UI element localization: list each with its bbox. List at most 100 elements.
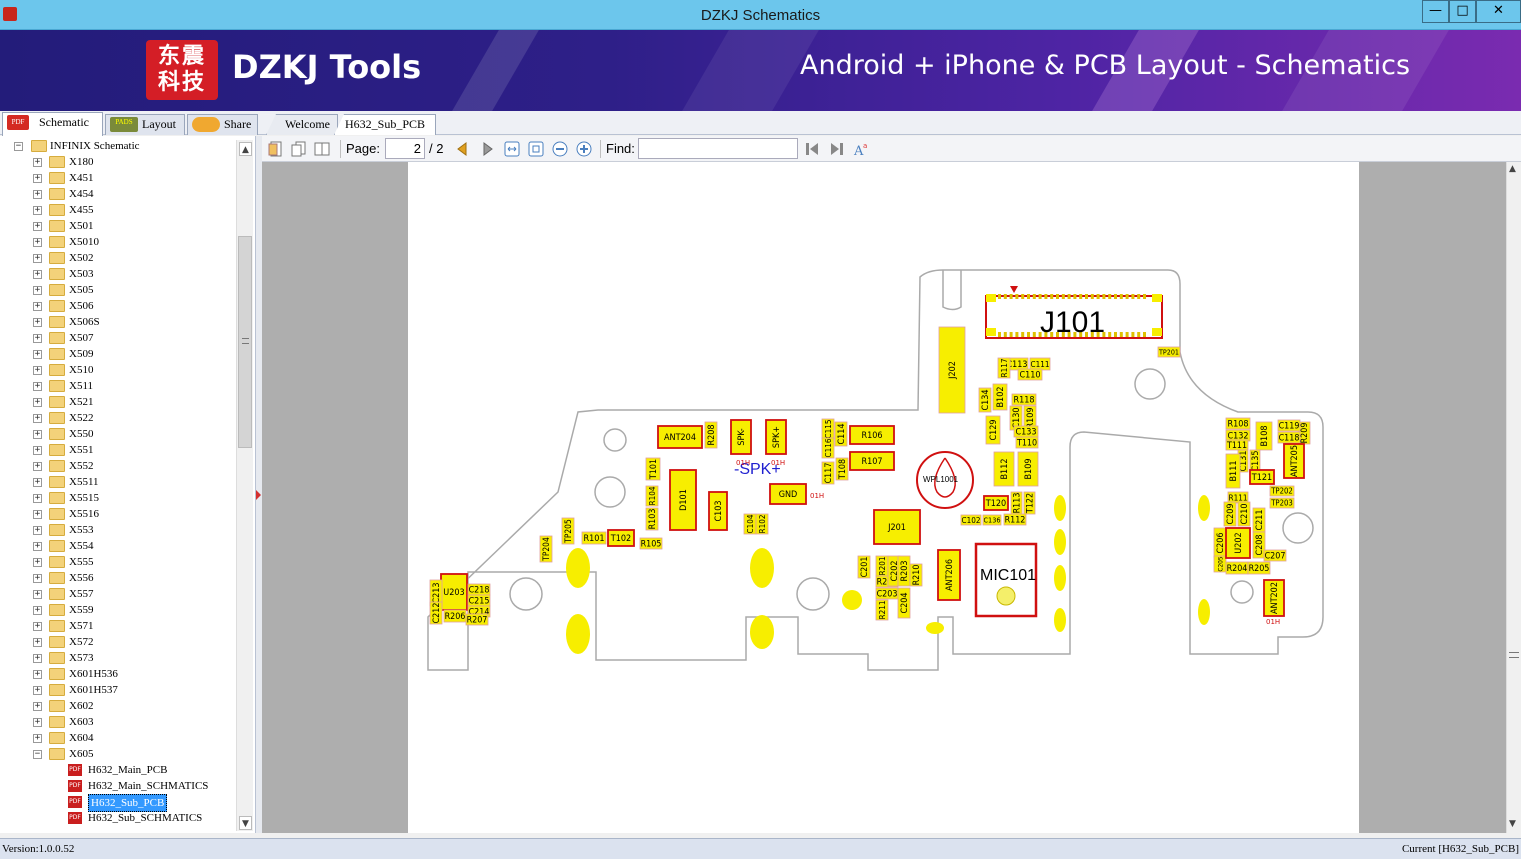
facing-page-icon[interactable] bbox=[314, 141, 330, 157]
viewer-scroll-up-icon[interactable]: ▲ bbox=[1509, 164, 1516, 174]
expander-icon[interactable]: + bbox=[33, 206, 42, 215]
viewer-scroll-down-icon[interactable]: ▼ bbox=[1509, 819, 1516, 829]
find-next-icon[interactable] bbox=[829, 141, 845, 157]
tree-folder[interactable]: + X553 bbox=[0, 522, 236, 538]
find-input[interactable] bbox=[638, 138, 798, 159]
tree-folder[interactable]: + X555 bbox=[0, 554, 236, 570]
tree-folder[interactable]: + X506 bbox=[0, 298, 236, 314]
tree-folder-open[interactable]: − X605 bbox=[0, 746, 236, 762]
expander-icon[interactable]: + bbox=[33, 606, 42, 615]
tab-layout[interactable]: PADS Layout bbox=[105, 114, 185, 135]
tree-folder[interactable]: + X455 bbox=[0, 202, 236, 218]
tree-folder[interactable]: + X602 bbox=[0, 698, 236, 714]
maximize-button[interactable]: □ bbox=[1449, 0, 1476, 23]
viewer-scrollbar[interactable]: ▲ ▼ bbox=[1506, 162, 1521, 833]
tree-folder[interactable]: + X604 bbox=[0, 730, 236, 746]
single-page-icon[interactable] bbox=[268, 141, 284, 157]
expander-icon[interactable]: + bbox=[33, 350, 42, 359]
tree-file[interactable]: PDF H632_Main_SCHMATICS bbox=[0, 778, 236, 794]
tree-folder[interactable]: + X510 bbox=[0, 362, 236, 378]
tree-folder[interactable]: + X502 bbox=[0, 250, 236, 266]
tree-folder[interactable]: + X557 bbox=[0, 586, 236, 602]
tree-folder[interactable]: + X551 bbox=[0, 442, 236, 458]
expander-icon[interactable]: − bbox=[33, 750, 42, 759]
expander-icon[interactable]: + bbox=[33, 334, 42, 343]
tree-folder[interactable]: + X573 bbox=[0, 650, 236, 666]
tab-schematic[interactable]: PDF Schematic bbox=[2, 112, 103, 136]
tree-folder[interactable]: + X454 bbox=[0, 186, 236, 202]
zoom-in-icon[interactable] bbox=[576, 141, 592, 157]
expander-icon[interactable]: + bbox=[33, 462, 42, 471]
tree-file[interactable]: PDF H632_Sub_SCHMATICS bbox=[0, 810, 236, 826]
expander-icon[interactable]: + bbox=[33, 478, 42, 487]
expander-icon[interactable]: + bbox=[33, 270, 42, 279]
tab-share[interactable]: Share bbox=[187, 114, 258, 135]
page-number-input[interactable]: 2 bbox=[385, 138, 425, 159]
expander-icon[interactable]: + bbox=[33, 622, 42, 631]
scroll-up-icon[interactable]: ▲ bbox=[239, 142, 252, 156]
expander-icon[interactable]: + bbox=[33, 382, 42, 391]
tree-folder[interactable]: + X511 bbox=[0, 378, 236, 394]
tab-welcome[interactable]: Welcome bbox=[266, 114, 338, 135]
expander-icon[interactable]: + bbox=[33, 718, 42, 727]
expander-icon[interactable]: + bbox=[33, 702, 42, 711]
collapse-arrow-icon[interactable] bbox=[256, 490, 261, 500]
expander-icon[interactable]: + bbox=[33, 398, 42, 407]
tree-folder[interactable]: + X572 bbox=[0, 634, 236, 650]
tree-folder[interactable]: + X554 bbox=[0, 538, 236, 554]
fit-page-icon[interactable] bbox=[528, 141, 544, 157]
minimize-button[interactable]: — bbox=[1422, 0, 1449, 23]
tree-folder[interactable]: + X5010 bbox=[0, 234, 236, 250]
expander-icon[interactable]: + bbox=[33, 286, 42, 295]
document-viewer[interactable]: J101 TP201 J202 C113 C111 C110 R117 B102 C134 R1… bbox=[262, 162, 1506, 833]
expander-icon[interactable]: + bbox=[33, 734, 42, 743]
expander-icon[interactable]: + bbox=[33, 174, 42, 183]
tree-folder[interactable]: + X505 bbox=[0, 282, 236, 298]
tree-folder[interactable]: + X507 bbox=[0, 330, 236, 346]
expander-icon[interactable]: + bbox=[33, 654, 42, 663]
expander-icon[interactable]: + bbox=[33, 254, 42, 263]
tree-folder[interactable]: + X5515 bbox=[0, 490, 236, 506]
tree-folder[interactable]: + X601H536 bbox=[0, 666, 236, 682]
scroll-down-icon[interactable]: ▼ bbox=[239, 816, 252, 830]
expander-icon[interactable]: + bbox=[33, 190, 42, 199]
tree-folder[interactable]: + X180 bbox=[0, 154, 236, 170]
expander-icon[interactable]: + bbox=[33, 558, 42, 567]
expander-icon[interactable]: + bbox=[33, 158, 42, 167]
viewer-scroll-grip[interactable] bbox=[1509, 652, 1519, 658]
next-page-icon[interactable] bbox=[480, 141, 496, 157]
find-previous-icon[interactable] bbox=[804, 141, 820, 157]
expander-icon[interactable]: + bbox=[33, 510, 42, 519]
expander-icon[interactable]: + bbox=[33, 542, 42, 551]
tree-folder[interactable]: + X559 bbox=[0, 602, 236, 618]
tree-folder[interactable]: + X552 bbox=[0, 458, 236, 474]
tree-folder[interactable]: + X506S bbox=[0, 314, 236, 330]
expander-icon[interactable]: + bbox=[33, 526, 42, 535]
tree-folder[interactable]: + X556 bbox=[0, 570, 236, 586]
tree-folder[interactable]: + X5516 bbox=[0, 506, 236, 522]
expander-icon[interactable]: + bbox=[33, 222, 42, 231]
expander-icon[interactable]: + bbox=[33, 494, 42, 503]
tree-folder[interactable]: + X550 bbox=[0, 426, 236, 442]
tab-h632-sub-pcb[interactable]: H632_Sub_PCB✕ bbox=[334, 114, 436, 135]
tree-root[interactable]: − INFINIX Schematic bbox=[0, 138, 236, 154]
close-button[interactable]: ✕ bbox=[1476, 0, 1521, 23]
expander-icon[interactable]: − bbox=[14, 142, 23, 151]
expander-icon[interactable]: + bbox=[33, 670, 42, 679]
tree-folder[interactable]: + X5511 bbox=[0, 474, 236, 490]
tree-folder[interactable]: + X451 bbox=[0, 170, 236, 186]
expander-icon[interactable]: + bbox=[33, 318, 42, 327]
tree-folder[interactable]: + X503 bbox=[0, 266, 236, 282]
expander-icon[interactable]: + bbox=[33, 302, 42, 311]
match-case-icon[interactable]: Aa bbox=[853, 141, 869, 157]
tree-folder[interactable]: + X601H537 bbox=[0, 682, 236, 698]
tree-folder[interactable]: + X522 bbox=[0, 410, 236, 426]
scroll-thumb[interactable] bbox=[238, 236, 252, 448]
tree-folder[interactable]: + X521 bbox=[0, 394, 236, 410]
expander-icon[interactable]: + bbox=[33, 638, 42, 647]
tree-file[interactable]: PDF H632_Main_PCB bbox=[0, 762, 236, 778]
continuous-page-icon[interactable] bbox=[291, 141, 307, 157]
zoom-out-icon[interactable] bbox=[552, 141, 568, 157]
expander-icon[interactable]: + bbox=[33, 446, 42, 455]
expander-icon[interactable]: + bbox=[33, 590, 42, 599]
